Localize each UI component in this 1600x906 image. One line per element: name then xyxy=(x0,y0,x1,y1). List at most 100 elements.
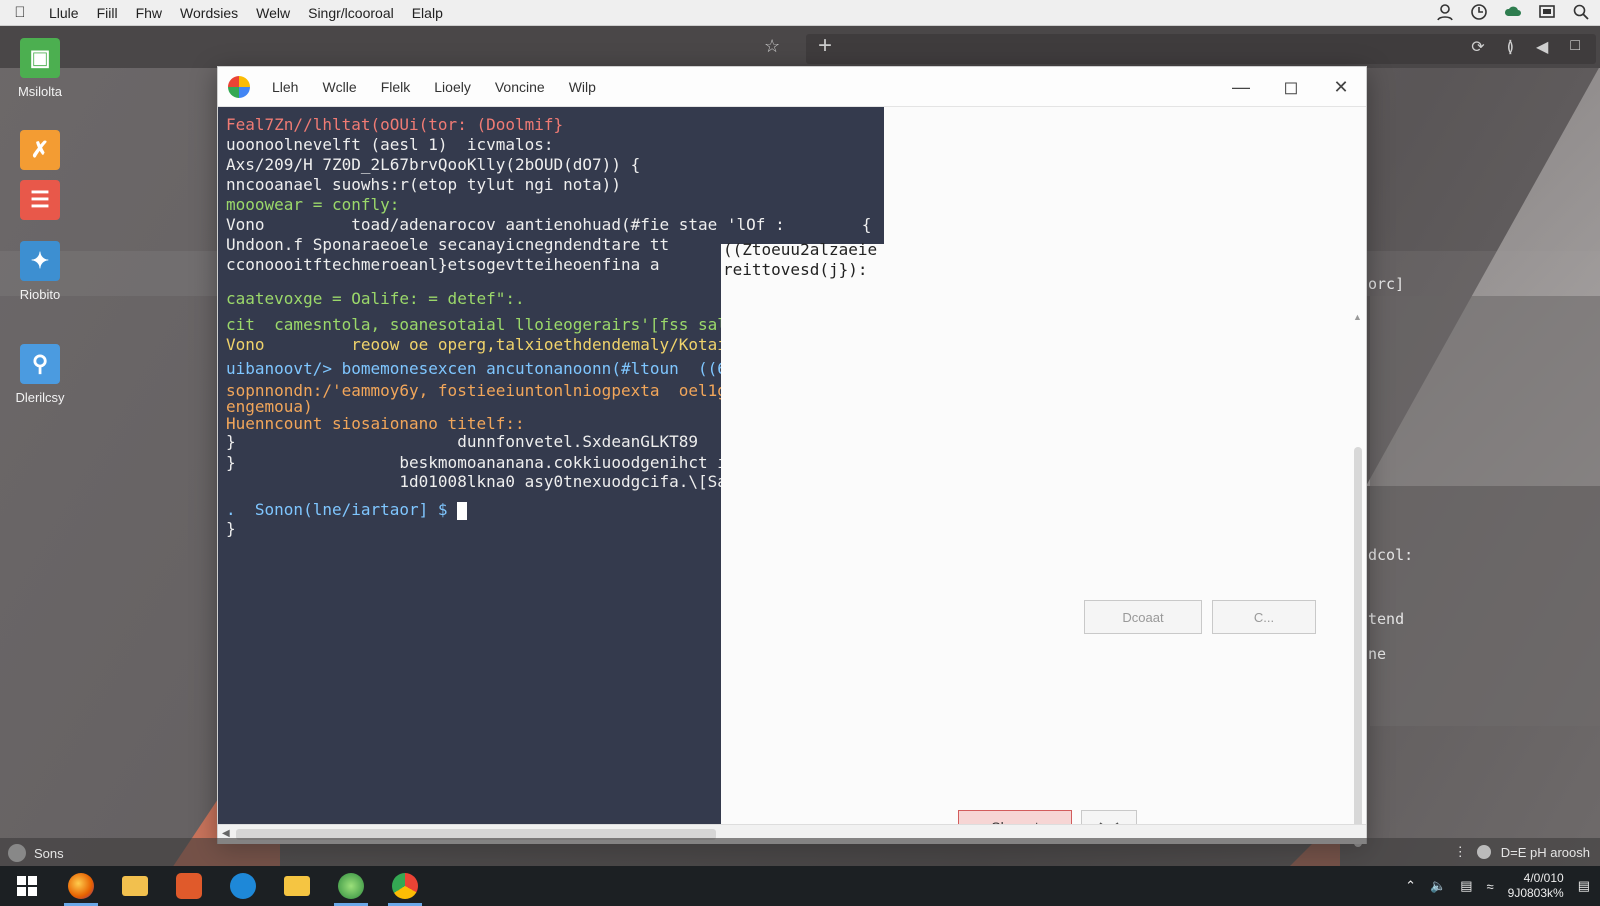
office-icon xyxy=(176,873,202,899)
system-menubar:  Llule Fiill Fhw Wordsies Welw Singr/lc… xyxy=(0,0,1600,26)
app-logo-icon xyxy=(228,75,250,98)
terminal-line: mooowear = confly: xyxy=(226,195,400,214)
terminal-line: cit camesntola, soanesotaial lloieogerai… xyxy=(226,315,776,334)
window-menu-item[interactable]: Voncine xyxy=(483,79,557,95)
action-button-disabled[interactable]: Dcoaat xyxy=(1084,600,1202,634)
taskbar-app-green[interactable] xyxy=(324,866,378,906)
terminal-line: Undoon.f Sponaraeoele secanayicnegndendt… xyxy=(226,235,670,254)
terminal-overflow-text: ((Ztoeuu2alzaeie xyxy=(723,240,878,259)
window-menu-item[interactable]: Lioely xyxy=(422,79,483,95)
chrome-icon xyxy=(392,873,418,899)
background-text: tend xyxy=(1368,610,1405,628)
cloud-icon[interactable] xyxy=(1504,3,1522,21)
desktop-icon-dlerilcsy[interactable]: ⚲ Dlerilcsy xyxy=(0,344,80,405)
menu-item[interactable]: Fiill xyxy=(88,5,127,21)
app-window: Lleh Wclle Flelk Lioely Voncine Wilp — ◻… xyxy=(217,66,1367,847)
terminal-line: nncooanael suowhs:r(etop tylut ngi nota)… xyxy=(226,175,621,194)
clock-time: 4/0/010 xyxy=(1523,871,1564,885)
close-button[interactable]: ✕ xyxy=(1316,67,1366,107)
background-toolbar-icons: ⟳ ≬ ◀ □ xyxy=(1471,37,1580,57)
terminal-line: cconoooitftechmeroeanl}etsogevtteiheoenf… xyxy=(226,255,660,274)
windows-icon xyxy=(17,876,37,896)
background-browser-toolbar: ☆ + ⟳ ≬ ◀ □ xyxy=(0,26,1600,68)
scrollbar-thumb[interactable] xyxy=(1354,447,1362,847)
search-icon: ⚲ xyxy=(20,344,60,384)
clock-date: 9J0803k% xyxy=(1507,886,1564,900)
apple-icon[interactable]:  xyxy=(0,4,40,21)
status-dot-icon xyxy=(1476,845,1491,859)
menu-item[interactable]: Llule xyxy=(40,5,88,21)
speaker-icon[interactable]: ◀ xyxy=(1536,37,1548,57)
desktop-icon-app[interactable]: ✗ xyxy=(0,130,80,176)
background-text: orc] xyxy=(1368,275,1405,293)
taskbar-firefox[interactable] xyxy=(54,866,108,906)
terminal-cursor xyxy=(457,501,468,520)
status-strip: Sons ⋮ D=E pH aroosh xyxy=(0,838,1600,866)
terminal-line: Axs/209/H 7Z0D_2L67brvQooKlly(2bOUD(dO7)… xyxy=(226,155,641,174)
window-icon[interactable]: □ xyxy=(1570,37,1580,57)
vertical-scrollbar[interactable]: ▲ xyxy=(1352,107,1364,847)
share-icon: ✦ xyxy=(20,241,60,281)
clock-icon[interactable] xyxy=(1470,3,1488,21)
status-gear-icon[interactable] xyxy=(8,844,26,862)
background-text: dcol: xyxy=(1368,546,1414,564)
status-left: Sons xyxy=(8,844,64,862)
terminal-line: . Sonon(lne/iartaor] $ xyxy=(226,500,468,520)
desktop-icon-document[interactable]: ☰ xyxy=(0,180,80,226)
refresh-icon[interactable]: ⟳ xyxy=(1471,37,1484,57)
terminal-line: Vono toad/adenarocov aantienohuad(#fie s… xyxy=(226,215,872,234)
status-label: Sons xyxy=(34,845,64,861)
background-text: ne xyxy=(1368,645,1387,663)
notification-icon[interactable]: ▤ xyxy=(1578,878,1590,894)
minimize-button[interactable]: — xyxy=(1216,67,1266,107)
more-icon[interactable]: ⋮ xyxy=(1454,844,1467,860)
status-right-label: D=E pH aroosh xyxy=(1500,844,1590,860)
terminal-line: } dunnfonvetel.SxdeanGLKT89 xyxy=(226,432,699,451)
document-icon: ☰ xyxy=(20,180,60,220)
display-icon[interactable] xyxy=(1538,3,1556,21)
search-icon[interactable] xyxy=(1572,3,1590,21)
terminal-line: uoonoolnevelft (aesl 1) icvmalos: xyxy=(226,135,554,154)
terminal-line: Huenncount siosaionano titelf:: xyxy=(226,414,525,433)
desktop-icon-msilolta[interactable]: ▣ Msilolta xyxy=(0,38,80,99)
window-menu-item[interactable]: Lleh xyxy=(260,79,310,95)
menu-item[interactable]: Wordsies xyxy=(171,5,247,21)
status-right: ⋮ D=E pH aroosh xyxy=(1454,844,1590,860)
terminal-line: } xyxy=(226,519,236,538)
menu-item[interactable]: Fhw xyxy=(127,5,171,21)
folder-icon xyxy=(122,876,148,896)
maximize-button[interactable]: ◻ xyxy=(1266,67,1316,107)
window-titlebar[interactable]: Lleh Wclle Flelk Lioely Voncine Wilp — ◻… xyxy=(218,67,1366,107)
start-button[interactable] xyxy=(0,866,54,906)
window-menu-item[interactable]: Flelk xyxy=(369,79,423,95)
menu-item[interactable]: Singr/lcooroal xyxy=(299,5,403,21)
window-menu-item[interactable]: Wilp xyxy=(557,79,608,95)
window-menu-item[interactable]: Wclle xyxy=(310,79,368,95)
taskbar-office[interactable] xyxy=(162,866,216,906)
taskbar-explorer[interactable] xyxy=(270,866,324,906)
menu-item[interactable]: Welw xyxy=(247,5,299,21)
terminal-line: 1d01008lkna0 asy0tnexuodgcifa.\[Sa xyxy=(226,472,727,491)
plus-icon[interactable]: + xyxy=(818,32,832,60)
volume-icon[interactable]: 🔈 xyxy=(1430,878,1446,894)
desktop-icon-label: Dlerilcsy xyxy=(15,390,65,405)
desktop-icon-riobito[interactable]: ✦ Riobito xyxy=(0,241,80,302)
terminal-line: caatevoxge = Oalife: = detef":. xyxy=(226,289,525,308)
terminal-overflow-text: reittovesd(j}): xyxy=(723,260,868,279)
clock[interactable]: 4/0/010 9J0803k% xyxy=(1508,871,1564,901)
user-icon[interactable] xyxy=(1436,3,1454,21)
taskbar-edge[interactable] xyxy=(216,866,270,906)
menu-item[interactable]: Elalp xyxy=(403,5,452,21)
app-icon xyxy=(338,873,364,899)
taskbar-chrome[interactable] xyxy=(378,866,432,906)
chevron-up-icon[interactable]: ⌃ xyxy=(1405,878,1416,894)
window-controls: — ◻ ✕ xyxy=(1216,67,1366,107)
taskbar-files[interactable] xyxy=(108,866,162,906)
terminal-line: Feal7Zn//lhltat(oOUi(tor: (Doolmif} xyxy=(226,115,564,134)
action-button-disabled[interactable]: C... xyxy=(1212,600,1316,634)
collapse-icon[interactable]: ≬ xyxy=(1507,37,1514,57)
star-icon[interactable]: ☆ xyxy=(764,36,780,57)
wifi-icon[interactable]: ≈ xyxy=(1487,879,1494,894)
scroll-up-icon[interactable]: ▲ xyxy=(1353,312,1362,322)
network-icon[interactable]: ▤ xyxy=(1460,878,1472,894)
